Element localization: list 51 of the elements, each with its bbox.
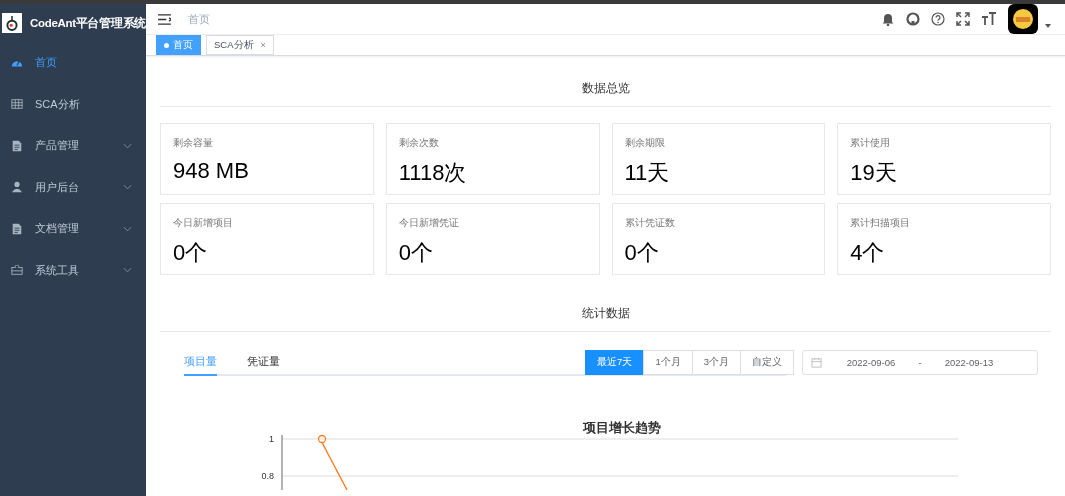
stat-label: 累计扫描项目 <box>850 216 912 230</box>
stat-label: 今日新增项目 <box>173 216 234 230</box>
briefcase-icon <box>11 264 23 277</box>
stat-value: 1118次 <box>398 159 468 187</box>
sidebar-item[interactable]: 系统工具 <box>0 249 146 291</box>
stat-label: 累计凭证数 <box>624 216 676 230</box>
stat-value: 11天 <box>624 159 671 187</box>
sidebar-item[interactable]: 产品管理 <box>0 125 146 167</box>
chart-title: 项目增长趋势 <box>583 420 661 435</box>
sidebar-item[interactable]: SCA分析 <box>0 83 146 125</box>
user-icon <box>11 181 23 194</box>
stat-label: 累计使用 <box>850 136 892 150</box>
close-icon[interactable]: × <box>260 40 266 50</box>
range-button[interactable]: 1个月 <box>643 349 693 375</box>
trend-line-drawing <box>317 434 348 491</box>
sidebar-item[interactable]: 文档管理 <box>0 208 146 250</box>
document-icon <box>11 222 23 235</box>
bell-icon[interactable] <box>881 12 895 26</box>
table-icon <box>11 98 23 111</box>
stat-label: 今日新增凭证 <box>398 216 460 230</box>
stat-label: 剩余容量 <box>173 136 214 150</box>
axis-tick-label: 1 <box>269 434 274 444</box>
chart-tab[interactable]: 凭证量 <box>247 348 280 376</box>
stat-label: 剩余次数 <box>398 136 440 150</box>
stat-value: 19天 <box>850 159 898 187</box>
stat-value: 0个 <box>398 239 434 267</box>
range-button[interactable]: 自定义 <box>740 349 794 375</box>
section-title: 数据总览 <box>160 56 1051 107</box>
section-title: 统计数据 <box>160 275 1051 332</box>
help-icon[interactable] <box>931 12 945 26</box>
avatar[interactable] <box>1008 4 1038 34</box>
logo-icon <box>2 11 22 35</box>
stat-value: 0个 <box>173 239 209 267</box>
app-title: CodeAnt平台管理系统 <box>30 15 146 31</box>
page-tab[interactable]: SCA分析 × <box>206 35 274 55</box>
stat-value: 0个 <box>624 239 660 267</box>
y-axis <box>281 434 283 491</box>
stat-value: 948 MB <box>173 158 250 184</box>
document-icon <box>11 139 23 152</box>
fullscreen-icon[interactable] <box>956 12 970 26</box>
caret-icon[interactable] <box>1045 24 1051 28</box>
stat-label: 剩余期限 <box>624 136 666 150</box>
calendar-icon <box>811 356 822 368</box>
stat-value: 4个 <box>850 239 886 267</box>
sidebar-item[interactable]: 首页 <box>0 42 146 84</box>
sidebar-item[interactable]: 用户后台 <box>0 166 146 208</box>
axis-tick-label: 0.8 <box>261 471 274 481</box>
menu-icon[interactable] <box>158 13 171 25</box>
date-range-field[interactable]: 2022-09-06 - 2022-09-13 <box>802 349 1038 375</box>
font-size-icon[interactable] <box>981 12 997 26</box>
range-button[interactable]: 3个月 <box>691 349 741 375</box>
